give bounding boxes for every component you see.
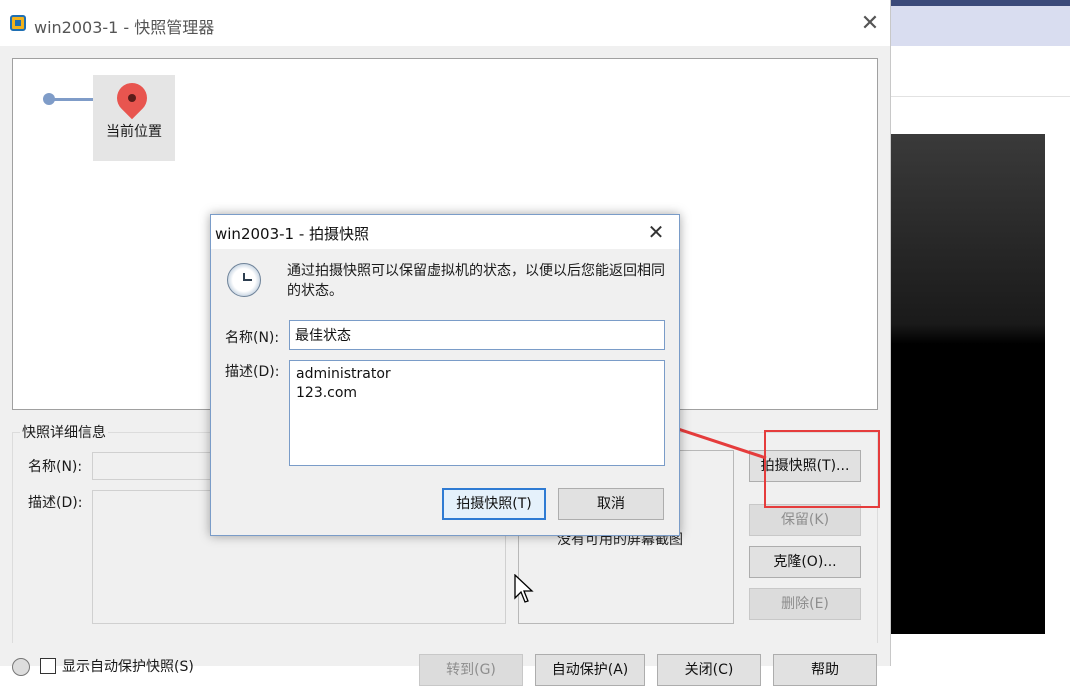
delete-button[interactable]: 删除(E) xyxy=(749,588,861,620)
close-button[interactable]: 关闭(C) xyxy=(657,654,761,686)
dialog-name-label: 名称(N): xyxy=(225,330,280,346)
mouse-cursor-icon xyxy=(514,574,534,603)
details-legend: 快照详细信息 xyxy=(20,422,108,442)
details-name-label: 名称(N): xyxy=(28,459,83,475)
snapshot-description-input[interactable]: administrator 123.com xyxy=(289,360,665,466)
dialog-titlebar[interactable]: win2003-1 - 拍摄快照 ✕ xyxy=(211,215,679,249)
dialog-title: win2003-1 - 拍摄快照 xyxy=(215,225,370,243)
close-icon[interactable]: ✕ xyxy=(858,12,882,36)
background-divider xyxy=(890,96,1070,97)
details-name-field xyxy=(92,452,214,480)
snapshot-name-input[interactable] xyxy=(289,320,665,350)
take-snapshot-dialog: win2003-1 - 拍摄快照 ✕ 通过拍摄快照可以保留虚拟机的状态，以便以后… xyxy=(210,214,680,536)
clone-button[interactable]: 克隆(O)... xyxy=(749,546,861,578)
dialog-cancel-button[interactable]: 取消 xyxy=(558,488,664,520)
annotation-highlight-box xyxy=(764,430,880,508)
manager-titlebar[interactable]: win2003-1 - 快照管理器 ✕ xyxy=(0,0,890,46)
goto-button[interactable]: 转到(G) xyxy=(419,654,523,686)
dialog-close-icon[interactable]: ✕ xyxy=(643,219,669,245)
dialog-take-snapshot-button[interactable]: 拍摄快照(T) xyxy=(442,488,546,520)
autoprotect-info-icon xyxy=(12,658,30,676)
current-location-node[interactable]: 当前位置 xyxy=(93,75,175,161)
map-pin-icon xyxy=(110,76,154,120)
dialog-message: 通过拍摄快照可以保留虚拟机的状态，以便以后您能返回相同的状态。 xyxy=(287,263,665,299)
manager-title: win2003-1 - 快照管理器 xyxy=(34,18,215,37)
show-autoprotect-label: 显示自动保护快照(S) xyxy=(62,659,194,675)
dialog-desc-label: 描述(D): xyxy=(225,364,280,380)
current-location-label: 当前位置 xyxy=(106,124,162,140)
show-autoprotect-checkbox[interactable] xyxy=(40,658,56,674)
details-desc-label: 描述(D): xyxy=(28,495,83,511)
keep-button[interactable]: 保留(K) xyxy=(749,504,861,536)
help-button[interactable]: 帮助 xyxy=(773,654,877,686)
vmware-app-icon xyxy=(10,15,26,31)
clock-icon xyxy=(227,263,261,297)
background-app-header xyxy=(880,6,1070,46)
background-vm-display xyxy=(890,134,1045,634)
autoprotect-button[interactable]: 自动保护(A) xyxy=(535,654,645,686)
